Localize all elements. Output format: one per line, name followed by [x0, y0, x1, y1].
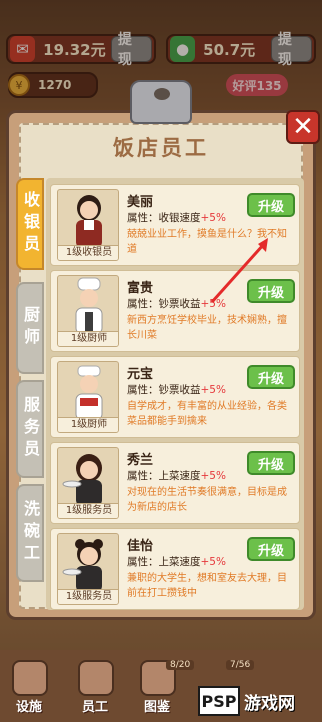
- waiter-avatar-icon: [62, 454, 102, 506]
- staff-level: 1级厨师: [58, 417, 118, 432]
- staff-level: 1级服务员: [58, 589, 118, 604]
- staff-portrait: 1级服务员: [57, 533, 119, 605]
- staff-portrait: 1级服务员: [57, 447, 119, 519]
- staff-name: 元宝: [127, 367, 154, 382]
- upgrade-button[interactable]: 升级: [247, 451, 295, 475]
- staff-attribute: 属性：上菜速度+5%: [127, 470, 226, 482]
- staff-name: 美丽: [127, 195, 154, 210]
- staff-name: 佳怡: [127, 539, 154, 554]
- clipboard-clip: [130, 80, 192, 124]
- upgrade-button[interactable]: 升级: [247, 537, 295, 561]
- staff-portrait: 1级厨师: [57, 275, 119, 347]
- staff-attribute: 属性：钞票收益+5%: [127, 384, 226, 396]
- staff-level: 1级收银员: [58, 245, 118, 260]
- staff-attribute: 属性：收银速度+5%: [127, 212, 226, 224]
- upgrade-button[interactable]: 升级: [247, 365, 295, 389]
- tab-waiter[interactable]: 服务员: [16, 380, 44, 478]
- waiter-avatar-icon: [62, 539, 103, 592]
- staff-description: 兼职的大学生，想和室友去大理，目前在打工攒钱中: [127, 573, 287, 599]
- staff-attribute: 属性：上菜速度+5%: [127, 556, 226, 568]
- nav-staff[interactable]: 员工: [72, 656, 118, 716]
- tab-cashier[interactable]: 收银员: [16, 178, 44, 270]
- building-icon: [12, 660, 48, 696]
- staff-portrait: 1级厨师: [57, 361, 119, 433]
- cashier-avatar-icon: [76, 195, 102, 248]
- nav-count: 8/20: [166, 660, 195, 670]
- staff-description: 新西方烹饪学校毕业，技术娴熟，擅长川菜: [127, 315, 287, 341]
- chef-avatar-icon: [75, 365, 103, 421]
- watermark-text: 游戏网: [244, 693, 295, 714]
- staff-name: 秀兰: [127, 453, 154, 468]
- upgrade-button[interactable]: 升级: [247, 193, 295, 217]
- people-icon: [78, 660, 114, 696]
- staff-card: 1级服务员 佳怡 属性：上菜速度+5% 兼职的大学生，想和室友去大理，目前在打工…: [50, 528, 300, 610]
- staff-portrait: 1级收银员: [57, 189, 119, 261]
- tab-chef[interactable]: 厨师: [16, 282, 44, 374]
- annotation-arrow: [210, 238, 268, 304]
- site-watermark: PSP 游戏网: [198, 684, 318, 718]
- staff-description: 对现在的生活节奏很满意，目标是成为新店的店长: [127, 487, 287, 513]
- chef-avatar-icon: [75, 277, 103, 335]
- nav-facilities[interactable]: 设施: [6, 656, 52, 716]
- staff-description: 自学成才，有丰富的从业经验，各类菜品都能手到擒来: [127, 401, 287, 427]
- staff-level: 1级服务员: [58, 503, 118, 518]
- close-button[interactable]: ✕: [286, 110, 320, 144]
- staff-name: 富贵: [127, 281, 154, 296]
- staff-level: 1级厨师: [58, 331, 118, 346]
- staff-card: 1级服务员 秀兰 属性：上菜速度+5% 对现在的生活节奏很满意，目标是成为新店的…: [50, 442, 300, 524]
- psp-logo-icon: PSP: [198, 686, 240, 716]
- tab-dishwasher[interactable]: 洗碗工: [16, 484, 44, 582]
- staff-card: 1级厨师 元宝 属性：钞票收益+5% 自学成才，有丰富的从业经验，各类菜品都能手…: [50, 356, 300, 438]
- nav-count: 7/56: [226, 660, 255, 670]
- panel-title: 饭店员工: [113, 136, 209, 160]
